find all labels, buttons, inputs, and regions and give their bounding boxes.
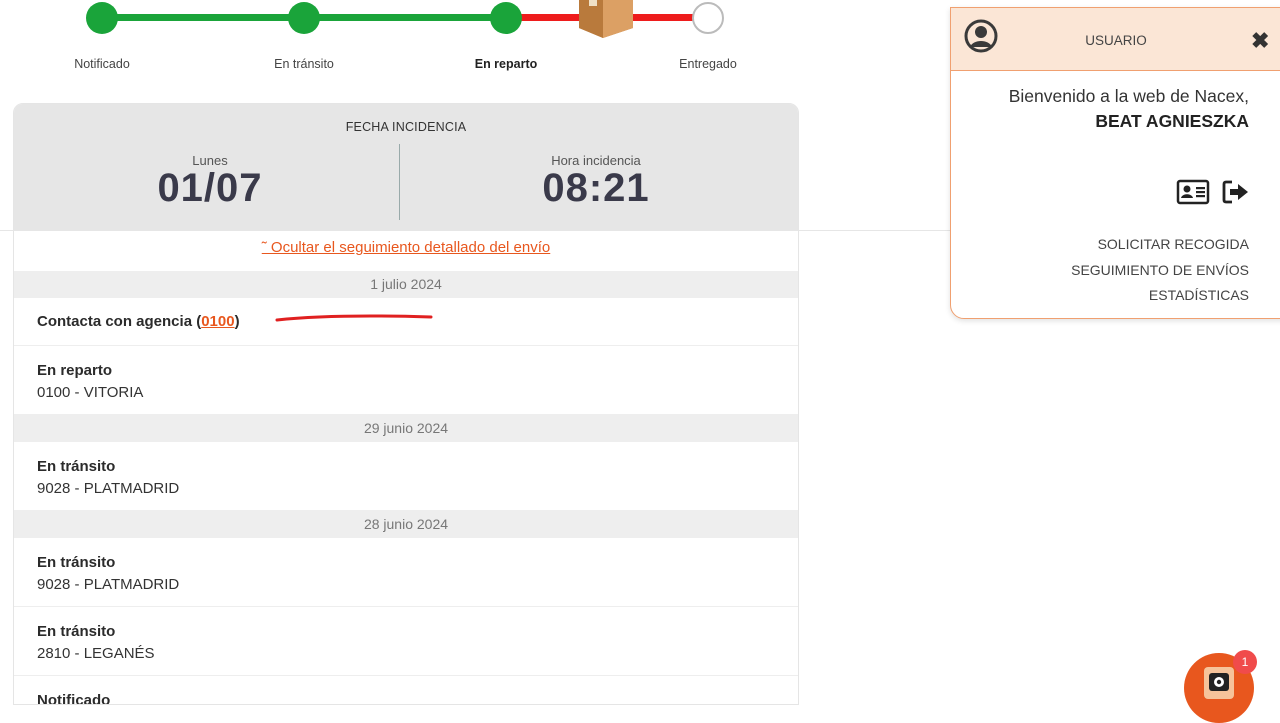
event-title: En reparto [37, 362, 113, 379]
step-label-en-transito: En tránsito [274, 57, 334, 71]
tracking-event: Contacta con agencia (0100) [14, 298, 798, 346]
step-dot-notificado [86, 2, 118, 34]
event-location: 9028 - PLATMADRID [37, 480, 180, 497]
menu-seguimiento-envios[interactable]: SEGUIMIENTO DE ENVÍOS [1071, 258, 1249, 284]
incident-header: FECHA INCIDENCIA Lunes 01/07 Hora incide… [14, 104, 798, 231]
tracking-event: En tránsito 9028 - PLATMADRID [14, 538, 798, 607]
user-panel-header: USUARIO ✖ [951, 8, 1280, 71]
event-title: En tránsito [37, 458, 116, 475]
event-title: Notificado [37, 692, 111, 705]
tracking-event: En tránsito 9028 - PLATMADRID [14, 442, 798, 511]
date-separator: 29 junio 2024 [14, 415, 798, 442]
agency-code-link[interactable]: 0100 [201, 313, 234, 330]
user-menu: SOLICITAR RECOGIDA SEGUIMIENTO DE ENVÍOS… [1071, 232, 1249, 309]
incident-date: 01/07 [157, 166, 263, 210]
incident-time-block: Hora incidencia 08:21 [400, 153, 792, 211]
incident-date-block: Lunes 01/07 [14, 153, 406, 211]
event-location: 0100 - VITORIA [37, 384, 144, 401]
event-location: 9028 - PLATMADRID [37, 576, 180, 593]
menu-estadisticas[interactable]: ESTADÍSTICAS [1071, 283, 1249, 309]
user-panel: USUARIO ✖ Bienvenido a la web de Nacex, … [950, 7, 1280, 319]
logout-icon[interactable] [1222, 179, 1250, 205]
date-separator: 28 junio 2024 [14, 511, 798, 538]
incident-time: 08:21 [542, 166, 650, 210]
menu-solicitar-recogida[interactable]: SOLICITAR RECOGIDA [1071, 232, 1249, 258]
shipment-progress-tracker: Notificado En tránsito En reparto Entreg… [0, 0, 800, 90]
incident-title: FECHA INCIDENCIA [345, 120, 467, 134]
event-location: 2810 - LEGANÉS [37, 645, 155, 662]
toggle-tracking-detail: ˜ Ocultar el seguimiento detallado del e… [14, 239, 798, 271]
user-card-icon[interactable] [1176, 179, 1210, 205]
tracking-event: En reparto 0100 - VITORIA [14, 346, 798, 415]
event-title: En tránsito [37, 623, 116, 640]
step-dot-en-transito [288, 2, 320, 34]
welcome-message: Bienvenido a la web de Nacex, BEAT AGNIE… [1009, 84, 1249, 134]
step-label-entregado: Entregado [679, 57, 737, 71]
tracking-event: Notificado [14, 676, 798, 705]
user-name: BEAT AGNIESZKA [1095, 111, 1249, 131]
step-dot-entregado [692, 2, 724, 34]
step-dot-en-reparto [490, 2, 522, 34]
step-label-notificado: Notificado [74, 57, 130, 71]
tracking-event: En tránsito 2810 - LEGANÉS [14, 607, 798, 676]
step-label-en-reparto: En reparto [474, 57, 538, 71]
event-title: Contacta con agencia (0100) [37, 313, 240, 330]
incident-card: FECHA INCIDENCIA Lunes 01/07 Hora incide… [13, 103, 799, 705]
chat-notification-badge: 1 [1233, 650, 1257, 674]
red-annotation-scribble [275, 314, 433, 322]
date-separator: 1 julio 2024 [14, 271, 798, 298]
close-icon[interactable]: ✖ [1251, 30, 1269, 52]
event-title: En tránsito [37, 554, 116, 571]
welcome-text: Bienvenido a la web de Nacex, [1008, 86, 1249, 106]
package-box-icon [579, 0, 633, 38]
hide-tracking-detail-link[interactable]: ˜ Ocultar el seguimiento detallado del e… [262, 239, 551, 256]
user-actions [1176, 179, 1250, 205]
user-panel-title: USUARIO [1085, 33, 1147, 48]
